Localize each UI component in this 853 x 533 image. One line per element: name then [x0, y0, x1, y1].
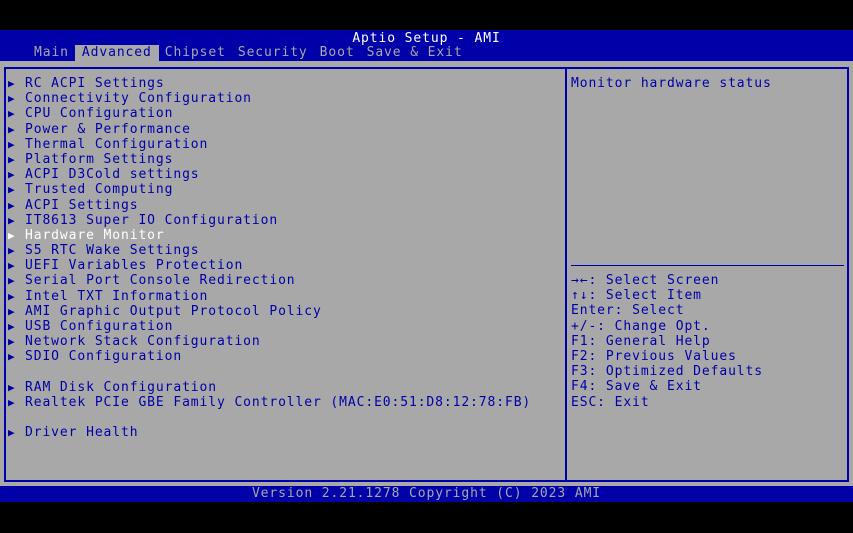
menu-item-label: ACPI Settings	[25, 197, 139, 213]
tab-bar: Main Advanced Chipset Security Boot Save…	[28, 45, 469, 61]
menu-item-acpi-d3cold-settings[interactable]: ▶ ACPI D3Cold settings	[8, 167, 531, 182]
top-letterbox	[0, 0, 853, 30]
menu-item-rc-acpi-settings[interactable]: ▶ RC ACPI Settings	[8, 76, 531, 91]
menu-item-label: Thermal Configuration	[25, 136, 209, 152]
menu-item-label: CPU Configuration	[25, 106, 174, 122]
menu-item-platform-settings[interactable]: ▶ Platform Settings	[8, 152, 531, 167]
tab-save-exit[interactable]: Save & Exit	[361, 45, 469, 61]
key-optimized-defaults: F3: Optimized Defaults	[571, 364, 763, 380]
submenu-arrow-icon: ▶	[8, 395, 16, 409]
submenu-arrow-icon: ▶	[8, 168, 16, 182]
menu-item-label: RC ACPI Settings	[25, 76, 165, 91]
tab-security[interactable]: Security	[232, 45, 314, 61]
key-general-help: F1: General Help	[571, 333, 711, 349]
version-footer: Version 2.21.1278 Copyright (C) 2023 AMI	[0, 486, 853, 502]
menu-spacer	[8, 365, 531, 380]
submenu-arrow-icon: ▶	[8, 107, 16, 121]
menu-item-label: AMI Graphic Output Protocol Policy	[25, 303, 322, 319]
submenu-arrow-icon: ▶	[8, 320, 16, 333]
help-separator	[571, 265, 844, 266]
menu-item-label: USB Configuration	[25, 319, 174, 334]
menu-item-realtek-gbe-controller[interactable]: ▶ Realtek PCIe GBE Family Controller (MAC…	[8, 395, 531, 410]
menu-item-super-io-configuration[interactable]: ▶ IT8613 Super IO Configuration	[8, 213, 531, 228]
submenu-arrow-icon: ▶	[8, 426, 16, 440]
submenu-arrow-icon: ▶	[8, 183, 16, 197]
menu-item-label: Connectivity Configuration	[25, 91, 252, 107]
key-select-screen: →←: Select Screen	[571, 273, 720, 288]
setup-title: Aptio Setup - AMI	[352, 31, 501, 46]
key-select-item: ↑↓: Select Item	[571, 288, 702, 304]
submenu-arrow-icon: ▶	[8, 228, 16, 242]
menu-item-label: SDIO Configuration	[25, 349, 183, 365]
menu-item-intel-txt-information[interactable]: ▶ Intel TXT Information	[8, 289, 531, 304]
tab-main[interactable]: Main	[28, 45, 75, 61]
submenu-arrow-icon: ▶	[8, 213, 16, 227]
menu-item-label: Power & Performance	[25, 121, 191, 137]
menu-item-connectivity-configuration[interactable]: ▶ Connectivity Configuration	[8, 91, 531, 106]
submenu-arrow-icon: ▶	[8, 244, 16, 258]
menu-item-trusted-computing[interactable]: ▶ Trusted Computing	[8, 182, 531, 197]
menu-item-label: Hardware Monitor	[25, 227, 165, 243]
key-save-exit: F4: Save & Exit	[571, 379, 702, 395]
header-bar: Aptio Setup - AMI Main Advanced Chipset …	[0, 30, 853, 61]
menu-item-ram-disk-configuration[interactable]: ▶ RAM Disk Configuration	[8, 380, 531, 395]
submenu-arrow-icon: ▶	[8, 289, 16, 303]
menu-item-acpi-settings[interactable]: ▶ ACPI Settings	[8, 198, 531, 213]
submenu-arrow-icon: ▶	[8, 77, 16, 90]
menu-item-label: UEFI Variables Protection	[25, 258, 244, 274]
menu-item-label: Realtek PCIe GBE Family Controller (MAC:…	[25, 394, 532, 410]
submenu-arrow-icon: ▶	[8, 304, 16, 318]
menu-item-cpu-configuration[interactable]: ▶ CPU Configuration	[8, 106, 531, 121]
menu-item-label: ACPI D3Cold settings	[25, 167, 200, 183]
menu-item-network-stack-configuration[interactable]: ▶ Network Stack Configuration	[8, 334, 531, 349]
menu-item-usb-configuration[interactable]: ▶ USB Configuration	[8, 319, 531, 334]
key-change-option: +/-: Change Opt.	[571, 318, 711, 334]
menu-spacer	[8, 410, 531, 425]
submenu-arrow-icon: ▶	[8, 335, 16, 349]
menu-item-power-performance[interactable]: ▶ Power & Performance	[8, 122, 531, 137]
menu-item-label: Serial Port Console Redirection	[25, 273, 296, 289]
menu-item-label: S5 RTC Wake Settings	[25, 243, 200, 259]
advanced-menu: ▶ RC ACPI Settings ▶ Connectivity Configur…	[8, 76, 531, 441]
bottom-letterbox	[0, 502, 853, 533]
menu-item-hardware-monitor[interactable]: ▶ Hardware Monitor	[8, 228, 531, 243]
submenu-arrow-icon: ▶	[8, 92, 16, 106]
submenu-arrow-icon: ▶	[8, 274, 16, 288]
menu-item-graphic-output-policy[interactable]: ▶ AMI Graphic Output Protocol Policy	[8, 304, 531, 319]
menu-item-label: RAM Disk Configuration	[25, 379, 217, 395]
submenu-arrow-icon: ▶	[8, 152, 16, 166]
tab-boot[interactable]: Boot	[314, 45, 361, 61]
submenu-arrow-icon: ▶	[8, 380, 16, 394]
submenu-arrow-icon: ▶	[8, 198, 16, 212]
menu-item-driver-health[interactable]: ▶ Driver Health	[8, 425, 531, 440]
key-enter-select: Enter: Select	[571, 303, 685, 319]
menu-item-label: Intel TXT Information	[25, 288, 209, 304]
key-previous-values: F2: Previous Values	[571, 348, 737, 364]
menu-item-uefi-variables-protection[interactable]: ▶ UEFI Variables Protection	[8, 258, 531, 273]
menu-item-sdio-configuration[interactable]: ▶ SDIO Configuration	[8, 349, 531, 364]
submenu-arrow-icon: ▶	[8, 259, 16, 273]
menu-item-label: Driver Health	[25, 425, 139, 441]
key-esc-exit: ESC: Exit	[571, 394, 650, 410]
tab-advanced[interactable]: Advanced	[74, 45, 159, 61]
submenu-arrow-icon: ▶	[8, 137, 16, 151]
submenu-arrow-icon: ▶	[8, 350, 16, 364]
menu-item-thermal-configuration[interactable]: ▶ Thermal Configuration	[8, 137, 531, 152]
submenu-arrow-icon: ▶	[8, 122, 16, 136]
key-legend: →←: Select Screen ↑↓: Select Item Enter:…	[571, 273, 763, 410]
menu-item-label: IT8613 Super IO Configuration	[25, 212, 279, 228]
menu-item-s5-rtc-wake-settings[interactable]: ▶ S5 RTC Wake Settings	[8, 243, 531, 258]
tab-chipset[interactable]: Chipset	[159, 45, 232, 61]
help-description: Monitor hardware status	[571, 76, 772, 91]
menu-item-label: Network Stack Configuration	[25, 334, 261, 350]
menu-item-label: Trusted Computing	[25, 182, 174, 198]
menu-item-serial-console-redirection[interactable]: ▶ Serial Port Console Redirection	[8, 273, 531, 288]
menu-item-label: Platform Settings	[25, 151, 174, 167]
